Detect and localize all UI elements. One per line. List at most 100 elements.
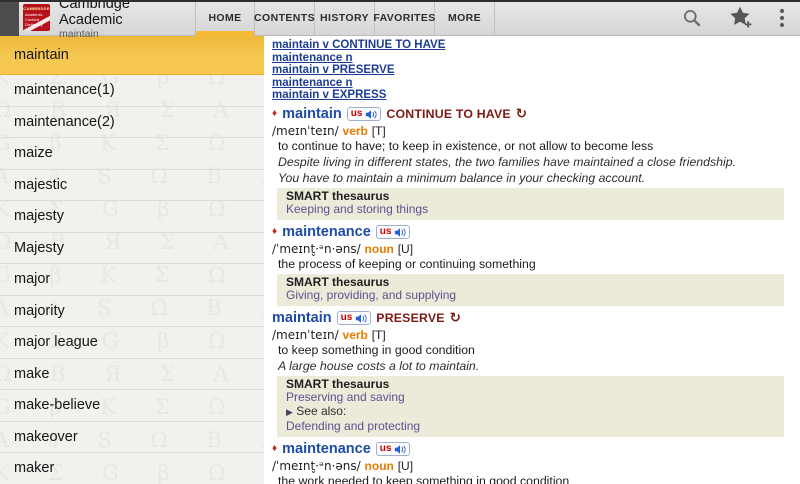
list-item[interactable]: maintenance(2) xyxy=(0,107,264,138)
see-also-line: ▶ See also: xyxy=(286,403,776,421)
tab-home[interactable]: HOME xyxy=(195,0,255,37)
part-of-speech: noun xyxy=(364,241,394,256)
dictionary-entry: ♦ maintenance us /ˈmeɪnt̬·ᵊn·əns/ noun [… xyxy=(272,224,790,271)
guideword: PRESERVE xyxy=(376,311,445,326)
logo-title: CAMBRIDGE xyxy=(23,6,50,11)
example-sentence: A large house costs a lot to maintain. xyxy=(278,358,480,373)
headword: maintenance xyxy=(282,441,371,458)
list-item[interactable]: maize xyxy=(0,138,264,170)
smart-thesaurus-box: SMART thesaurus Preserving and saving ▶ … xyxy=(277,375,784,437)
tab-bar: HOME CONTENTS HISTORY FAVORITES MORE xyxy=(195,0,495,37)
thesaurus-link[interactable]: Keeping and storing things xyxy=(286,203,776,217)
see-also-label: See also: xyxy=(296,403,347,418)
dictionary-entry: ♦ maintenance us /ˈmeɪnt̬·ᵊn·əns/ noun [… xyxy=(272,441,790,484)
list-item[interactable]: maker xyxy=(0,453,264,484)
headword-line: maintain us PRESERVE ↻ xyxy=(272,310,790,327)
ipa: /meɪnˈteɪn/ xyxy=(272,123,339,138)
ipa: /meɪnˈteɪn/ xyxy=(272,327,339,342)
speaker-icon xyxy=(356,314,367,323)
tab-favorites[interactable]: FAVORITES xyxy=(373,0,435,36)
word-list: maintain maintenance(1) maintenance(2) m… xyxy=(0,36,275,484)
speaker-icon xyxy=(395,445,407,454)
frequency-diamond-icon: ♦ xyxy=(272,226,278,238)
tab-history[interactable]: HISTORY xyxy=(315,0,375,36)
region-label: us xyxy=(379,226,392,238)
dictionary-entry: ♦ maintain us CONTINUE TO HAVE ↻ /meɪnˈt… xyxy=(272,106,790,185)
entry-panel: maintain v CONTINUE TO HAVE maintenance … xyxy=(264,36,800,484)
tab-more[interactable]: MORE xyxy=(435,0,495,36)
list-item[interactable]: majestic xyxy=(0,170,264,201)
headword-line: ♦ maintenance us xyxy=(272,441,790,458)
dictionary-entry: maintain us PRESERVE ↻ /meɪnˈteɪn/ verb … xyxy=(272,310,790,373)
index-link[interactable]: maintenance n xyxy=(272,52,790,65)
list-item[interactable]: Majesty xyxy=(0,233,264,264)
search-icon[interactable] xyxy=(682,8,702,28)
headword: maintenance xyxy=(282,224,371,241)
ipa: /ˈmeɪnt̬·ᵊn·əns/ xyxy=(272,241,361,256)
tab-contents[interactable]: CONTENTS xyxy=(254,0,315,36)
action-icons xyxy=(682,6,800,29)
guideword: CONTINUE TO HAVE xyxy=(386,107,511,122)
screen-corner-strip xyxy=(0,0,19,36)
word-list-panel: A ∂ S Ω B Я Σ X K Σ G β Ω ∂ A S Ω B Я Σ … xyxy=(0,36,275,484)
us-audio-badge[interactable]: us xyxy=(336,311,372,326)
pronunciation-line: /ˈmeɪnt̬·ᵊn·əns/ noun [U] xyxy=(272,459,790,473)
part-of-speech: verb xyxy=(342,123,368,138)
overflow-menu-icon[interactable] xyxy=(780,8,784,27)
speaker-icon xyxy=(395,228,407,237)
headword-line: ♦ maintain us CONTINUE TO HAVE ↻ xyxy=(272,106,790,123)
us-audio-badge[interactable]: us xyxy=(375,225,411,240)
current-word-subtitle: maintain xyxy=(59,27,99,40)
speaker-icon xyxy=(366,110,378,119)
definition: to continue to have; to keep in existenc… xyxy=(278,138,654,153)
see-also-triangle-icon: ▶ xyxy=(286,407,293,418)
thesaurus-title: SMART thesaurus xyxy=(286,376,390,391)
list-item[interactable]: majority xyxy=(0,296,264,327)
us-audio-badge[interactable]: us xyxy=(375,442,411,457)
app-screen: CAMBRIDGE Academic Content Dictionary Ca… xyxy=(0,0,800,484)
list-item[interactable]: major league xyxy=(0,327,264,359)
definition: to keep something in good condition xyxy=(278,342,475,357)
thesaurus-title: SMART thesaurus xyxy=(286,274,390,289)
list-item-selected[interactable]: maintain xyxy=(0,36,275,75)
part-of-speech: verb xyxy=(342,327,368,342)
list-item[interactable]: maintenance(1) xyxy=(0,75,264,107)
cycle-guideword-icon[interactable]: ↻ xyxy=(450,311,461,326)
example-sentence: Despite living in different states, the … xyxy=(278,154,736,169)
index-link[interactable]: maintain v EXPRESS xyxy=(272,89,790,102)
us-audio-badge[interactable]: us xyxy=(346,107,382,122)
index-link[interactable]: maintenance n xyxy=(272,77,790,90)
list-item[interactable]: majesty xyxy=(0,201,264,233)
smart-thesaurus-box: SMART thesaurus Keeping and storing thin… xyxy=(277,187,784,220)
region-label: us xyxy=(350,108,363,120)
cycle-guideword-icon[interactable]: ↻ xyxy=(516,107,527,122)
entry-index-links: maintain v CONTINUE TO HAVE maintenance … xyxy=(272,39,790,102)
list-item[interactable]: makeover xyxy=(0,422,264,453)
action-bar: CAMBRIDGE Academic Content Dictionary Ca… xyxy=(0,0,800,40)
frequency-diamond-icon: ♦ xyxy=(272,443,278,455)
list-item[interactable]: make xyxy=(0,359,264,390)
grammar-code: [U] xyxy=(397,241,414,256)
thesaurus-link[interactable]: Defending and protecting xyxy=(286,420,776,434)
app-logo: CAMBRIDGE Academic Content Dictionary xyxy=(23,4,50,31)
smart-thesaurus-box: SMART thesaurus Giving, providing, and s… xyxy=(277,273,784,306)
title-block: Cambridge Academic maintain xyxy=(59,0,181,40)
list-item[interactable]: make-believe xyxy=(0,390,264,422)
list-item[interactable]: major xyxy=(0,264,264,296)
index-link[interactable]: maintain v CONTINUE TO HAVE xyxy=(272,39,790,52)
thesaurus-link[interactable]: Giving, providing, and supplying xyxy=(286,289,776,303)
index-link[interactable]: maintain v PRESERVE xyxy=(272,64,790,77)
pronunciation-line: /meɪnˈteɪn/ verb [T] xyxy=(272,124,790,138)
headword: maintain xyxy=(282,106,342,123)
definition: the work needed to keep something in goo… xyxy=(278,473,570,484)
add-favorite-star-icon[interactable] xyxy=(729,6,753,29)
definition: the process of keeping or continuing som… xyxy=(278,256,536,271)
grammar-code: [U] xyxy=(397,458,414,473)
grammar-code: [T] xyxy=(371,123,386,138)
pronunciation-line: /ˈmeɪnt̬·ᵊn·əns/ noun [U] xyxy=(272,242,790,256)
headword-line: ♦ maintenance us xyxy=(272,224,790,241)
thesaurus-link[interactable]: Preserving and saving xyxy=(286,391,776,405)
region-label: us xyxy=(379,443,392,455)
pronunciation-line: /meɪnˈteɪn/ verb [T] xyxy=(272,328,790,342)
app-title: Cambridge Academic xyxy=(59,0,130,28)
